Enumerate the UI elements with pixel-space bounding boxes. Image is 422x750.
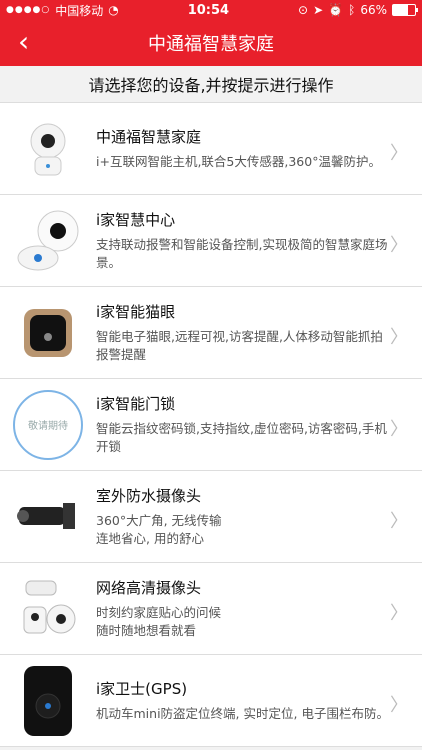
instruction-text: 请选择您的设备,并按提示进行操作 xyxy=(0,66,422,103)
chevron-right-icon: 〉 xyxy=(390,695,408,716)
smart-hub-icon xyxy=(0,195,96,287)
robot-camera-icon xyxy=(0,103,96,195)
alarm-icon: ⏰ xyxy=(328,3,344,17)
device-desc: 支持联动报警和智能设备控制,实现极简的智慧家庭场景。 xyxy=(96,237,388,270)
device-item-door-lock[interactable]: 敬请期待 i家智能门锁 智能云指纹密码锁,支持指纹,虚位密码,访客密码,手机开锁 … xyxy=(0,379,422,471)
device-title: i家智能门锁 xyxy=(96,395,176,413)
lock-rotation-icon: ⊙ xyxy=(298,3,309,17)
device-item-smart-home[interactable]: 中通福智慧家庭 i+互联网智能主机,联合5大传感器,360°温馨防护。 〉 xyxy=(0,103,422,195)
device-desc: 智能云指纹密码锁,支持指纹,虚位密码,访客密码,手机开锁 xyxy=(96,421,387,454)
hd-camera-icon xyxy=(0,563,96,655)
device-title: i家智慧中心 xyxy=(96,211,176,229)
back-icon[interactable]: ‹ xyxy=(18,28,29,56)
chevron-right-icon: 〉 xyxy=(390,511,408,532)
nav-bar: ‹ 中通福智慧家庭 xyxy=(0,20,422,66)
device-title: i家卫士(GPS) xyxy=(96,680,188,698)
device-item-outdoor-camera[interactable]: 室外防水摄像头 360°大广角, 无线传输 连地省心, 用的舒心 〉 xyxy=(0,471,422,563)
wifi-icon: ◔ xyxy=(108,3,119,17)
device-desc: 机动车mini防盗定位终端, 实时定位, 电子围栏布防。 xyxy=(96,706,389,721)
outdoor-camera-icon xyxy=(0,471,96,563)
gps-tracker-icon xyxy=(0,655,96,747)
device-title: i家智能猫眼 xyxy=(96,303,176,321)
chevron-right-icon: 〉 xyxy=(390,235,408,256)
device-item-hd-camera[interactable]: 网络高清摄像头时刻约家庭贴心的问候 随时随地想看就看 〉 xyxy=(0,563,422,655)
battery-icon xyxy=(391,4,418,16)
carrier: 中国移动 xyxy=(55,3,104,18)
signal-icon: ●●●●○ xyxy=(6,5,51,15)
location-icon: ➤ xyxy=(313,3,324,17)
device-list: 中通福智慧家庭 i+互联网智能主机,联合5大传感器,360°温馨防护。 〉 i家智… xyxy=(0,103,422,747)
peephole-icon xyxy=(0,287,96,379)
page-title: 中通福智慧家庭 xyxy=(148,34,274,55)
device-desc: 360°大广角, 无线传输 连地省心, 用的舒心 xyxy=(96,513,222,546)
chevron-right-icon: 〉 xyxy=(390,327,408,348)
coming-soon-badge: 敬请期待 xyxy=(13,389,83,460)
clock: 10:54 xyxy=(187,2,230,18)
device-item-hub[interactable]: i家智慧中心支持联动报警和智能设备控制,实现极简的智慧家庭场景。 〉 xyxy=(0,195,422,287)
device-title: 室外防水摄像头 xyxy=(96,487,202,505)
device-desc: 智能电子猫眼,远程可视,访客提醒,人体移动智能抓拍报警提醒 xyxy=(96,329,383,362)
device-title: 网络高清摄像头 xyxy=(96,579,202,597)
device-desc: 时刻约家庭贴心的问候 随时随地想看就看 xyxy=(96,605,222,638)
status-bar: ●●●●○ 中国移动 ◔ 10:54 ⊙ ➤ ⏰ ᛒ 66% xyxy=(0,0,422,20)
bluetooth-icon: ᛒ xyxy=(348,3,356,17)
device-item-gps[interactable]: i家卫士(GPS) 机动车mini防盗定位终端, 实时定位, 电子围栏布防。 〉 xyxy=(0,655,422,747)
device-item-peephole[interactable]: i家智能猫眼智能电子猫眼,远程可视,访客提醒,人体移动智能抓拍报警提醒 〉 xyxy=(0,287,422,379)
battery-percent: 66% xyxy=(360,3,387,17)
device-desc: i+互联网智能主机,联合5大传感器,360°温馨防护。 xyxy=(96,154,381,169)
device-title: 中通福智慧家庭 xyxy=(96,128,202,146)
chevron-right-icon: 〉 xyxy=(390,419,408,440)
chevron-right-icon: 〉 xyxy=(390,603,408,624)
chevron-right-icon: 〉 xyxy=(390,143,408,164)
